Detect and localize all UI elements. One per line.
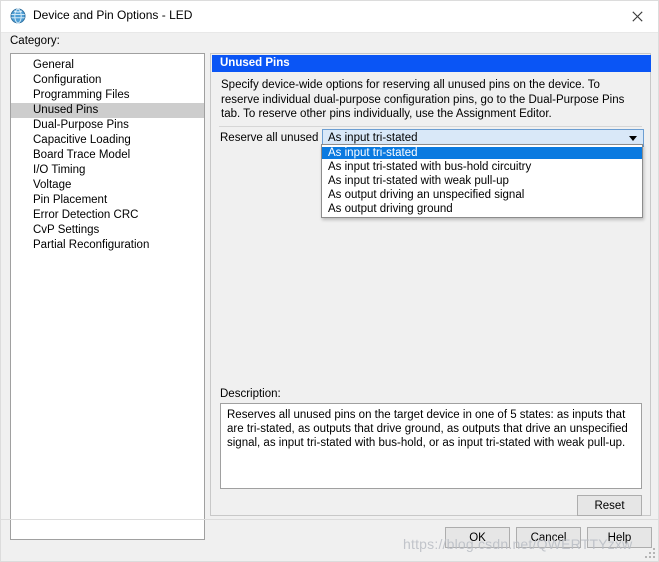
- title-bar: Device and Pin Options - LED: [1, 1, 658, 33]
- device-and-pin-options-dialog: Device and Pin Options - LED Category: G…: [0, 0, 659, 562]
- sidebar-item-unused-pins[interactable]: Unused Pins: [11, 103, 204, 118]
- dropdown-option-as-output-driving-ground[interactable]: As output driving ground: [322, 203, 642, 215]
- description-box: Reserves all unused pins on the target d…: [220, 403, 642, 489]
- window-title: Device and Pin Options - LED: [33, 8, 193, 22]
- category-list[interactable]: General Configuration Programming Files …: [10, 53, 205, 540]
- sidebar-item-capacitive-loading[interactable]: Capacitive Loading: [11, 133, 204, 148]
- dropdown-option-as-output-driving-an-unspecified-signal[interactable]: As output driving an unspecified signal: [322, 189, 642, 201]
- sidebar-item-error-detection-crc[interactable]: Error Detection CRC: [11, 208, 204, 223]
- resize-grip[interactable]: [645, 548, 655, 558]
- sidebar-item-io-timing[interactable]: I/O Timing: [11, 163, 204, 178]
- unused-pins-panel: Unused Pins Specify device-wide options …: [210, 53, 651, 516]
- panel-description: Specify device-wide options for reservin…: [221, 79, 625, 120]
- sidebar-item-cvp-settings[interactable]: CvP Settings: [11, 223, 204, 238]
- sidebar-item-dual-purpose-pins[interactable]: Dual-Purpose Pins: [11, 118, 204, 133]
- sidebar-item-pin-placement[interactable]: Pin Placement: [11, 193, 204, 208]
- chevron-down-icon[interactable]: [629, 136, 637, 141]
- sidebar-item-programming-files[interactable]: Programming Files: [11, 88, 204, 103]
- quartus-globe-icon: [10, 8, 26, 24]
- help-button[interactable]: Help: [587, 527, 652, 548]
- sidebar-item-board-trace-model[interactable]: Board Trace Model: [11, 148, 204, 163]
- cancel-button[interactable]: Cancel: [516, 527, 581, 548]
- reserve-all-unused-pins-dropdown[interactable]: As input tri-stated As input tri-stated …: [321, 144, 643, 218]
- sidebar-item-general[interactable]: General: [11, 58, 204, 73]
- sidebar-item-configuration[interactable]: Configuration: [11, 73, 204, 88]
- reset-button[interactable]: Reset: [577, 495, 642, 516]
- dropdown-option-as-input-tri-stated-with-weak-pull-up[interactable]: As input tri-stated with weak pull-up: [322, 175, 642, 187]
- description-label: Description:: [220, 388, 281, 400]
- description-text: Reserves all unused pins on the target d…: [227, 409, 628, 449]
- sidebar-item-voltage[interactable]: Voltage: [11, 178, 204, 193]
- panel-title: Unused Pins: [212, 55, 651, 72]
- dropdown-option-as-input-tri-stated-with-bus-hold-circuitry[interactable]: As input tri-stated with bus-hold circui…: [322, 161, 642, 173]
- ok-button[interactable]: OK: [445, 527, 510, 548]
- footer-divider: [1, 519, 658, 520]
- dropdown-bottom-pad: [322, 215, 642, 217]
- category-label: Category:: [10, 35, 60, 47]
- close-icon[interactable]: [615, 1, 658, 31]
- select-value: As input tri-stated: [328, 132, 418, 144]
- dropdown-option-as-input-tri-stated[interactable]: As input tri-stated: [322, 147, 642, 159]
- sidebar-item-partial-reconfiguration[interactable]: Partial Reconfiguration: [11, 238, 204, 253]
- divider: [219, 126, 642, 127]
